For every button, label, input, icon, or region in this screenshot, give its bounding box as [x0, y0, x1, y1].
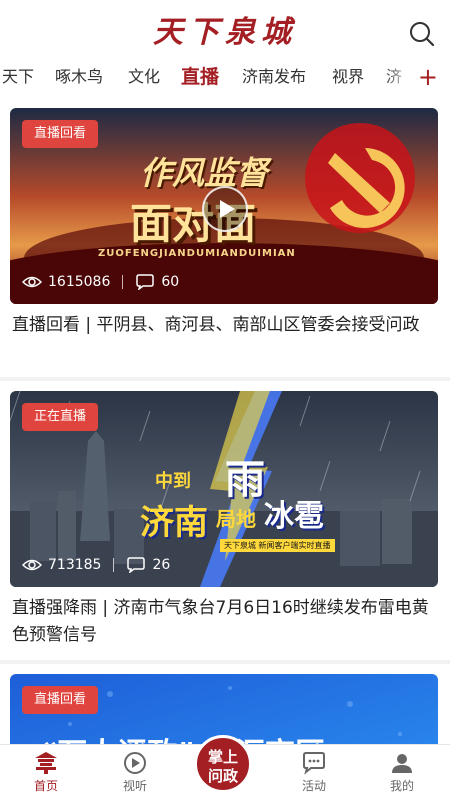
tab-zhuomuniao[interactable]: 啄木鸟	[55, 58, 103, 98]
card-thumbnail[interactable]: “万人评政” 智汇商区 直播回看	[10, 674, 438, 744]
card-headline[interactable]: 直播回看 | 平阴县、商河县、南部山区管委会接受问政	[12, 312, 438, 339]
bottom-nav: 首页 视听 掌上 问政 活动 我的	[0, 735, 450, 800]
comment-count: 26	[152, 557, 171, 573]
thumb-title-line1: “万人评政” 智汇商区	[40, 729, 325, 744]
home-icon	[35, 752, 57, 774]
comment-icon	[127, 557, 146, 573]
thumb-title-yu: 雨	[225, 456, 265, 503]
status-badge: 直播回看	[22, 686, 99, 714]
thumb-subtitle: 天下泉城 新闻客户端实时直播	[220, 539, 335, 552]
nav-home-label: 首页	[33, 779, 58, 793]
app-logo: 天下泉城	[153, 15, 297, 50]
nav-mine-label: 我的	[389, 779, 414, 793]
live-feed: 作风监督 面对面 ZUOFENGJIANDUMIANDUIMIAN 直播回看 1…	[0, 98, 450, 744]
comment-icon	[136, 274, 155, 290]
feed-card[interactable]: “万人评政” 智汇商区 直播回看	[0, 664, 450, 744]
play-circle-icon	[124, 752, 146, 774]
user-icon	[392, 754, 412, 773]
nav-home[interactable]: 首页	[6, 745, 86, 800]
center-label-line1: 掌上	[207, 748, 238, 766]
channel-tabs: 天下 啄木鸟 文化 直播 济南发布 视界 济 +	[0, 58, 450, 98]
search-icon	[410, 22, 435, 47]
thumb-title-zhongdao: 中到	[155, 471, 191, 492]
comment-count: 60	[161, 274, 180, 290]
nav-activity[interactable]: 活动	[274, 745, 354, 800]
status-badge: 直播回看	[22, 120, 99, 148]
thumb-subtitle: ZUOFENGJIANDUMIANDUIMIAN	[98, 248, 296, 259]
stats-divider	[122, 275, 124, 289]
tabs-fade	[384, 58, 414, 98]
thumb-title-judi: 局地	[216, 507, 256, 531]
center-label-line2: 问政	[207, 767, 238, 785]
tab-wenhua[interactable]: 文化	[128, 58, 160, 98]
play-icon	[220, 200, 235, 218]
nav-video[interactable]: 视听	[95, 745, 175, 800]
thumb-title-bingbao: 冰雹	[264, 499, 324, 534]
card-stats: 1615086 60	[22, 270, 179, 294]
card-thumbnail[interactable]: 中到 济南 局地 雨 冰雹 天下泉城 新闻客户端实时直播 正在直播 713185…	[10, 391, 438, 587]
search-button[interactable]	[408, 20, 436, 48]
card-headline[interactable]: 直播强降雨 | 济南市气象台7月6日16时继续发布雷电黄色预警信号	[12, 595, 438, 649]
add-channel-button[interactable]: +	[418, 58, 438, 98]
view-count: 1615086	[48, 274, 111, 290]
status-badge: 正在直播	[22, 403, 99, 431]
eye-icon	[22, 276, 42, 288]
stats-divider	[113, 558, 115, 572]
tab-zhibo[interactable]: 直播	[181, 58, 219, 98]
feed-card[interactable]: 中到 济南 局地 雨 冰雹 天下泉城 新闻客户端实时直播 正在直播 713185…	[0, 381, 450, 660]
tab-tianxia[interactable]: 天下	[2, 58, 34, 98]
card-stats: 713185 26	[22, 553, 170, 577]
play-button[interactable]	[202, 186, 248, 232]
card-thumbnail[interactable]: 作风监督 面对面 ZUOFENGJIANDUMIANDUIMIAN 直播回看 1…	[10, 108, 438, 304]
tab-jinan-fabu[interactable]: 济南发布	[242, 58, 306, 98]
app-header: 天下泉城	[0, 8, 450, 58]
chat-bubble-icon	[303, 752, 325, 775]
status-bar	[0, 0, 450, 8]
nav-activity-label: 活动	[301, 779, 326, 793]
nav-zhangshang-wenzheng[interactable]: 掌上 问政	[194, 735, 252, 793]
eye-icon	[22, 559, 42, 571]
nav-video-label: 视听	[122, 779, 147, 793]
thumb-title-jinan: 济南	[140, 503, 208, 543]
nav-mine[interactable]: 我的	[362, 745, 442, 800]
feed-card[interactable]: 作风监督 面对面 ZUOFENGJIANDUMIANDUIMIAN 直播回看 1…	[0, 98, 450, 377]
tab-shijie[interactable]: 视界	[332, 58, 364, 98]
view-count: 713185	[48, 557, 102, 573]
